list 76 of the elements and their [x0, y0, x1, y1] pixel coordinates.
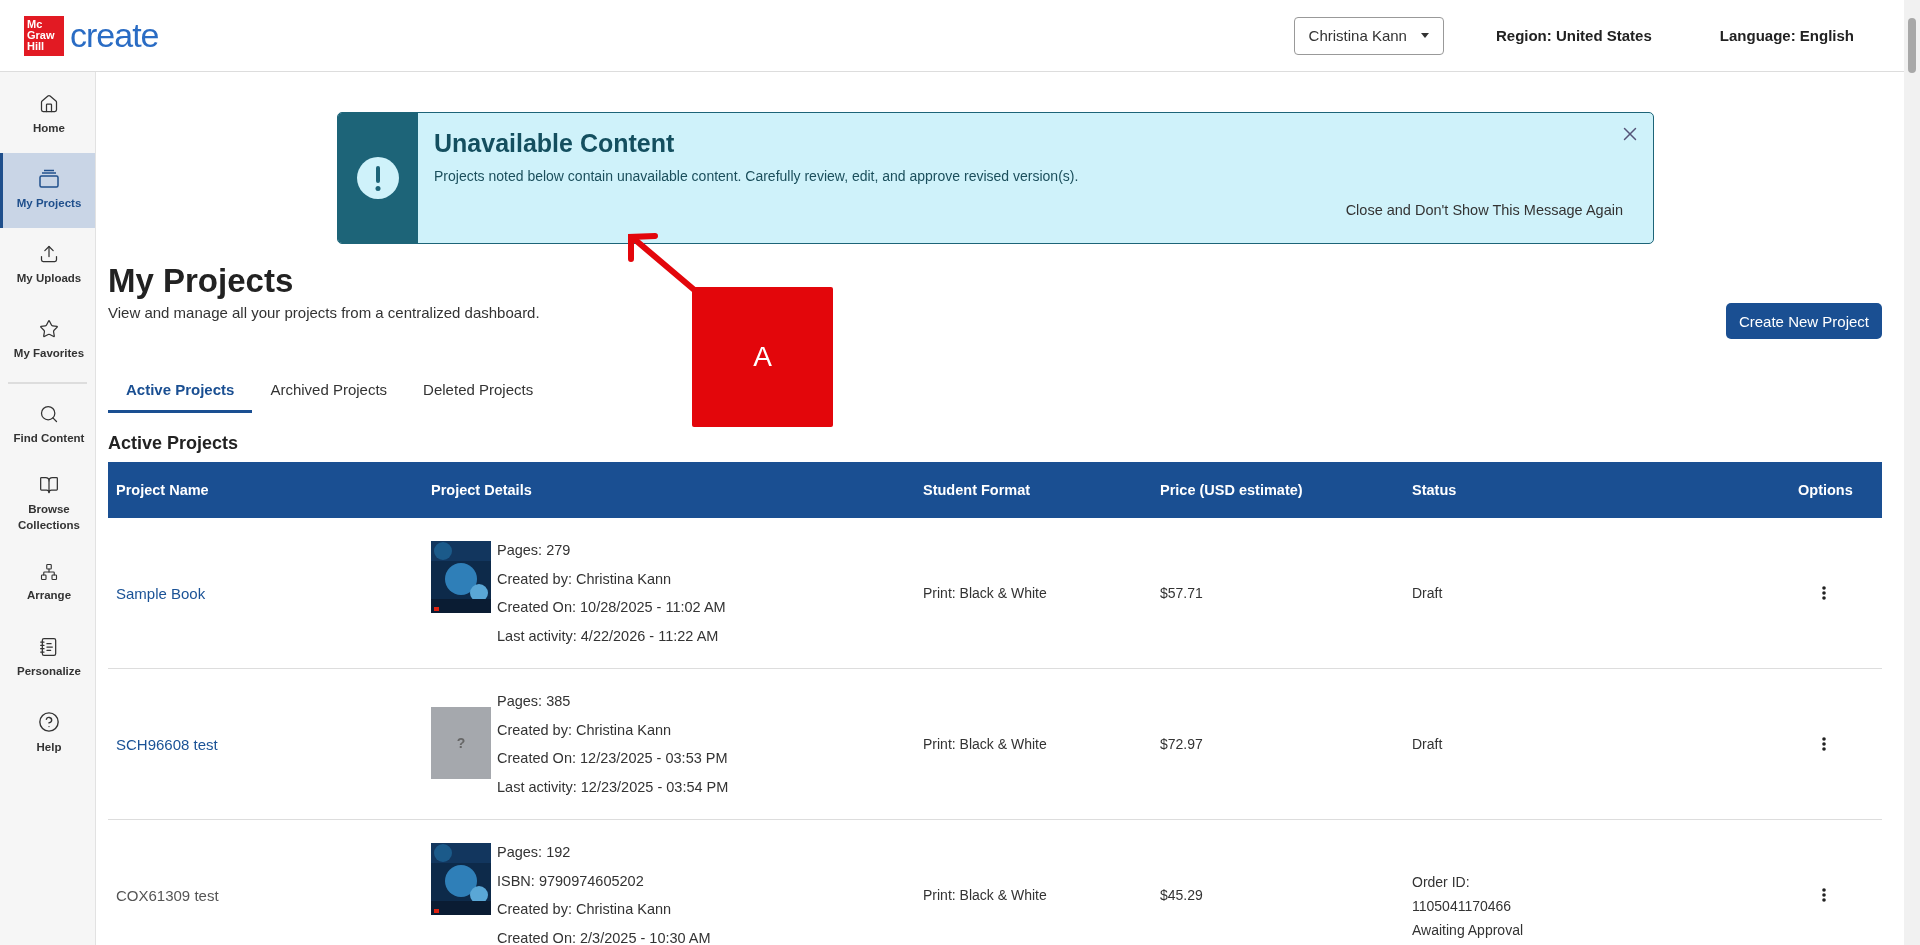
book-icon — [39, 475, 59, 495]
user-menu[interactable]: Christina Kann — [1293, 16, 1444, 55]
status-text: Draft — [1412, 735, 1443, 754]
price-text: $45.29 — [1160, 887, 1203, 903]
project-link[interactable]: Sample Book — [116, 584, 206, 602]
status-text: 1105041170466 — [1412, 897, 1513, 916]
alert-title: Unavailable Content — [434, 129, 676, 158]
detail-text: Pages: 385 — [497, 692, 572, 711]
status-text: Awaiting Approval — [1412, 921, 1524, 940]
detail-text: Pages: 192 — [497, 843, 572, 862]
dismiss-link[interactable]: Close and Don't Show This Message Again — [1345, 202, 1623, 218]
sidebar-item[interactable]: My Favorites — [0, 303, 95, 378]
tab[interactable]: Active Projects — [108, 375, 253, 413]
sidebar-item[interactable]: Personalize — [0, 620, 95, 696]
price-text: $57.71 — [1160, 585, 1203, 601]
detail-text: Created by: Christina Kann — [497, 569, 673, 589]
sidebar-item[interactable]: My Projects — [0, 153, 95, 228]
help-icon — [38, 710, 60, 733]
more-icon — [1822, 888, 1826, 902]
detail-text: Created On: 2/3/2025 - 10:30 AM — [497, 928, 711, 945]
publisher-logo: Mc Graw Hill — [24, 15, 64, 56]
column-header: Status — [1404, 462, 1790, 518]
column-header: Price (USD estimate) — [1152, 462, 1404, 518]
annotation-label: A — [692, 287, 833, 427]
detail-text: ISBN: 9790974605202 — [497, 871, 645, 891]
language-label: Language: English — [1719, 27, 1854, 44]
sidebar-item[interactable]: My Uploads — [0, 228, 95, 303]
detail-text: Pages: 279 — [497, 541, 572, 560]
price-text: $72.97 — [1160, 736, 1203, 752]
options-button[interactable] — [1822, 888, 1826, 902]
detail-text: Created by: Christina Kann — [497, 720, 673, 740]
page-title: My Projects — [108, 262, 295, 300]
format-text: Print: Black & White — [923, 736, 1047, 752]
sidebar-item[interactable]: Home — [0, 78, 95, 153]
status-text: Draft — [1412, 584, 1443, 603]
detail-text: Created On: 12/23/2025 - 03:53 PM — [497, 749, 729, 768]
tab[interactable]: Deleted Projects — [405, 375, 552, 413]
search-icon — [39, 404, 59, 425]
format-text: Print: Black & White — [923, 585, 1047, 601]
sidebar-item[interactable]: Help — [0, 695, 95, 771]
options-button[interactable] — [1822, 737, 1826, 751]
scrollbar[interactable] — [1904, 0, 1920, 945]
create-project-button[interactable]: Create New Project — [1725, 303, 1882, 339]
project-link[interactable]: SCH96608 test — [116, 735, 218, 753]
section-title: Active Projects — [108, 433, 240, 454]
detail-text: Created On: 10/28/2025 - 11:02 AM — [497, 598, 726, 617]
column-header: Project Details — [423, 462, 915, 518]
sidebar-item[interactable]: Browse Collections — [0, 463, 95, 546]
column-header: Student Format — [915, 462, 1152, 518]
alert-message: Projects noted below contain unavailable content. Carefully review, edit, and approve revised version(s). — [434, 168, 1080, 184]
notebook-icon — [39, 636, 59, 657]
caret-icon — [1420, 33, 1429, 38]
sidebar-item[interactable]: Find Content — [0, 388, 95, 463]
sidebar-item[interactable]: Arrange — [0, 545, 95, 621]
stack-icon — [38, 169, 60, 190]
tab[interactable]: Archived Projects — [252, 375, 406, 413]
product-logo: create — [70, 16, 159, 55]
column-header: Options — [1790, 462, 1882, 518]
more-icon — [1822, 737, 1826, 751]
options-button[interactable] — [1822, 586, 1826, 600]
detail-text: Created by: Christina Kann — [497, 900, 673, 919]
placeholder-image: ? — [431, 707, 491, 779]
detail-text: Last activity: 4/22/2026 - 11:22 AM — [497, 626, 720, 646]
project-link[interactable]: COX61309 test — [116, 886, 219, 904]
page-subtitle: View and manage all your projects from a centralized dashboard. — [108, 304, 540, 321]
more-icon — [1822, 586, 1826, 600]
region-label: Region: United States — [1495, 27, 1652, 44]
exclamation-icon — [357, 157, 399, 199]
status-text: Order ID: — [1412, 873, 1471, 892]
format-text: Print: Black & White — [923, 887, 1047, 903]
star-icon — [39, 319, 59, 340]
column-header: Project Name — [108, 462, 423, 518]
home-icon — [39, 94, 59, 115]
upload-icon — [39, 244, 59, 265]
detail-text: Last activity: 12/23/2025 - 03:54 PM — [497, 777, 729, 797]
hierarchy-icon — [40, 562, 58, 581]
